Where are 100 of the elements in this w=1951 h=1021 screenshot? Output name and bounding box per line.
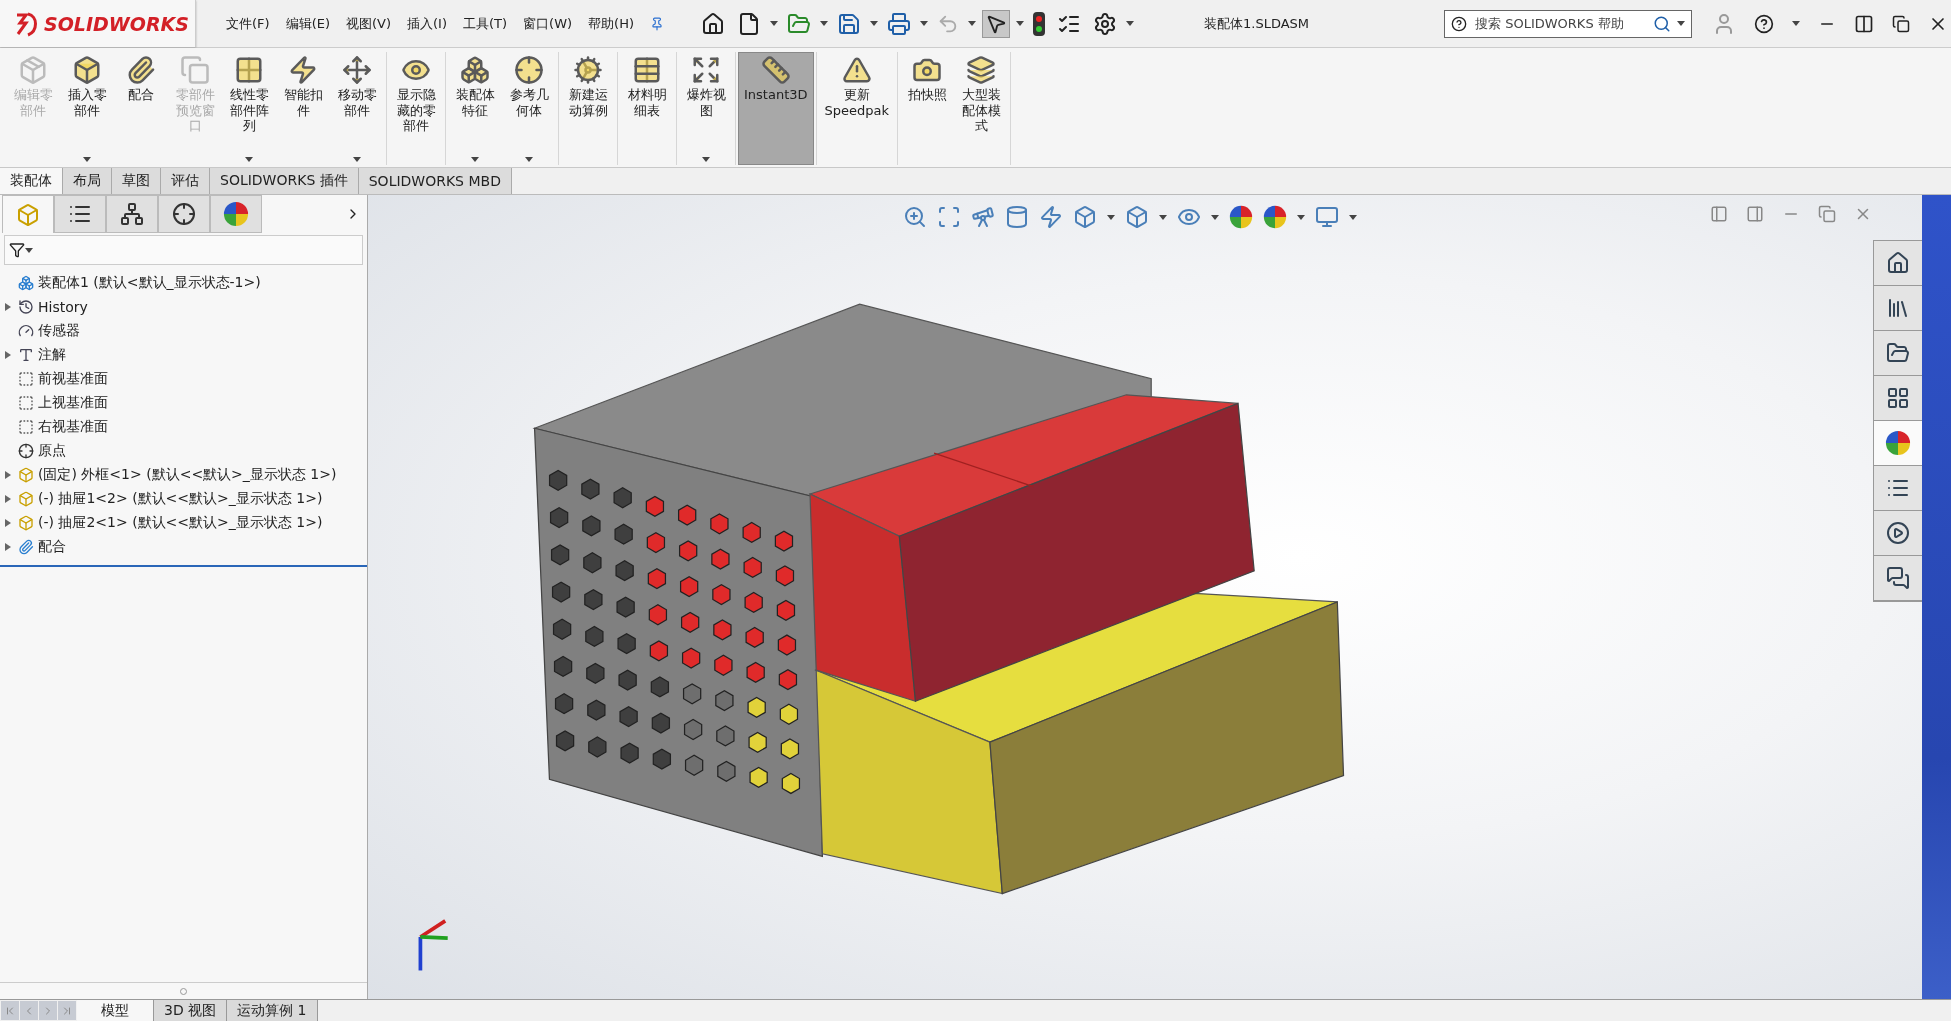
settings-icon[interactable] bbox=[1093, 11, 1118, 36]
cube-icon[interactable] bbox=[1125, 205, 1149, 229]
sphere-icon[interactable] bbox=[223, 201, 249, 227]
expand-arrow-icon[interactable] bbox=[5, 495, 11, 503]
task-pane-button[interactable] bbox=[1874, 466, 1922, 511]
panel-tab[interactable] bbox=[210, 195, 262, 233]
caret-icon[interactable] bbox=[1349, 214, 1357, 220]
command-tab[interactable]: 布局 bbox=[63, 168, 112, 194]
command-tab[interactable]: 草图 bbox=[112, 168, 161, 194]
panel-tab[interactable] bbox=[158, 195, 210, 233]
ribbon-button[interactable]: 大型装配体模式 bbox=[954, 52, 1009, 165]
caret-icon[interactable] bbox=[1016, 21, 1025, 26]
menu-item[interactable]: 编辑(E) bbox=[285, 14, 330, 33]
task-pane-button[interactable] bbox=[1874, 376, 1922, 421]
tree-item[interactable]: 传感器 bbox=[38, 322, 80, 340]
task-pane-button[interactable] bbox=[1874, 331, 1922, 376]
tree-item[interactable]: (-) 抽屉2<1> (默认<<默认>_显示状态 1>) bbox=[38, 514, 323, 532]
caret-icon[interactable] bbox=[870, 21, 879, 26]
ribbon-button[interactable]: 更新 Speedpak bbox=[818, 52, 896, 165]
ribbon-button[interactable]: 爆炸视图 bbox=[679, 52, 733, 165]
menu-item[interactable]: 插入(I) bbox=[407, 14, 447, 33]
tree-item[interactable]: (固定) 外框<1> (默认<<默认>_显示状态 1>) bbox=[38, 466, 337, 484]
caret-icon[interactable] bbox=[25, 247, 33, 253]
caret-icon[interactable] bbox=[1211, 214, 1219, 220]
caret-icon[interactable] bbox=[353, 157, 361, 162]
home-icon[interactable] bbox=[701, 11, 726, 36]
ribbon-button[interactable]: 新建运动算例 bbox=[561, 52, 615, 165]
sphere-icon[interactable] bbox=[1263, 205, 1287, 229]
sphere-icon[interactable] bbox=[1885, 430, 1911, 456]
panel-icon[interactable] bbox=[1746, 205, 1764, 223]
restore-icon[interactable] bbox=[1892, 14, 1911, 33]
zoom-area-icon[interactable] bbox=[937, 205, 961, 229]
caret-icon[interactable] bbox=[702, 157, 710, 162]
pin-icon[interactable] bbox=[650, 16, 665, 31]
ribbon-button[interactable]: 参考几何体 bbox=[502, 52, 556, 165]
caret-icon[interactable] bbox=[820, 21, 829, 26]
expand-arrow-icon[interactable] bbox=[5, 351, 11, 359]
tree-item[interactable]: (-) 抽屉1<2> (默认<<默认>_显示状态 1>) bbox=[38, 490, 323, 508]
ribbon-button[interactable]: 插入零部件 bbox=[60, 52, 114, 165]
tree-item[interactable]: 原点 bbox=[38, 442, 66, 460]
filter-icon[interactable] bbox=[9, 242, 25, 258]
task-pane-button[interactable] bbox=[1874, 241, 1922, 286]
menu-item[interactable]: 工具(T) bbox=[463, 14, 508, 33]
tree-item[interactable]: History bbox=[38, 299, 88, 315]
sheet-tab[interactable]: 运动算例 1 bbox=[227, 1000, 318, 1021]
menu-item[interactable]: 窗口(W) bbox=[523, 14, 573, 33]
task-pane-button[interactable] bbox=[1874, 511, 1922, 556]
section-icon[interactable] bbox=[1005, 205, 1029, 229]
menu-item[interactable]: 帮助(H) bbox=[588, 14, 635, 33]
menu-item[interactable]: 文件(F) bbox=[226, 14, 270, 33]
caret-icon[interactable] bbox=[1126, 21, 1135, 26]
ribbon-button[interactable]: 线性零部件阵列 bbox=[222, 52, 276, 165]
caret-icon[interactable] bbox=[1159, 214, 1167, 220]
caret-icon[interactable] bbox=[968, 21, 977, 26]
expand-arrow-icon[interactable] bbox=[5, 471, 11, 479]
cube-icon[interactable] bbox=[1073, 205, 1097, 229]
expand-arrow-icon[interactable] bbox=[5, 303, 11, 311]
caret-icon[interactable] bbox=[1677, 21, 1686, 26]
command-tab[interactable]: SOLIDWORKS 插件 bbox=[210, 168, 359, 194]
ribbon-button[interactable]: 材料明细表 bbox=[620, 52, 674, 165]
folder-icon[interactable] bbox=[787, 11, 812, 36]
tree-item[interactable]: 上视基准面 bbox=[38, 394, 108, 412]
caret-icon[interactable] bbox=[1792, 21, 1801, 26]
ribbon-button[interactable]: 显示隐藏的零部件 bbox=[389, 52, 443, 165]
traffic-light-icon[interactable] bbox=[1033, 11, 1046, 36]
command-tab[interactable]: SOLIDWORKS MBD bbox=[358, 168, 512, 194]
lightning-icon[interactable] bbox=[1039, 205, 1063, 229]
caret-icon[interactable] bbox=[525, 157, 533, 162]
help-icon[interactable] bbox=[1754, 13, 1775, 34]
ribbon-button[interactable]: Instant3D bbox=[738, 52, 814, 165]
tree-item[interactable]: 右视基准面 bbox=[38, 418, 108, 436]
task-pane-button[interactable] bbox=[1874, 286, 1922, 331]
task-pane-button[interactable] bbox=[1874, 421, 1922, 466]
caret-icon[interactable] bbox=[1107, 214, 1115, 220]
tree-item[interactable]: 注解 bbox=[38, 346, 66, 364]
save-icon[interactable] bbox=[837, 11, 862, 36]
search-icon[interactable] bbox=[1653, 14, 1672, 33]
sheet-tab[interactable]: 3D 视图 bbox=[154, 1000, 228, 1021]
expand-arrow-icon[interactable] bbox=[5, 519, 11, 527]
ribbon-button[interactable]: 移动零部件 bbox=[330, 52, 384, 165]
task-pane-button[interactable] bbox=[1874, 556, 1922, 601]
search-box[interactable]: 搜索 SOLIDWORKS 帮助 bbox=[1444, 9, 1693, 38]
sheet-tab[interactable]: 模型 bbox=[77, 1000, 154, 1021]
caret-icon[interactable] bbox=[920, 21, 929, 26]
tree-item[interactable]: 装配体1 (默认<默认_显示状态-1>) bbox=[38, 274, 261, 292]
panel-icon[interactable] bbox=[1710, 205, 1728, 223]
caret-icon[interactable] bbox=[770, 21, 779, 26]
zoom-icon[interactable] bbox=[903, 205, 927, 229]
ribbon-button[interactable]: 拍快照 bbox=[900, 52, 955, 165]
panel-tab[interactable] bbox=[106, 195, 158, 233]
caret-icon[interactable] bbox=[471, 157, 479, 162]
tree-item[interactable]: 前视基准面 bbox=[38, 370, 108, 388]
expand-arrow-icon[interactable] bbox=[5, 543, 11, 551]
ribbon-button[interactable]: 装配体特征 bbox=[448, 52, 502, 165]
tree-item[interactable]: 配合 bbox=[38, 538, 66, 556]
command-tab[interactable]: 评估 bbox=[161, 168, 210, 194]
search-field[interactable]: 搜索 SOLIDWORKS 帮助 bbox=[1473, 15, 1648, 32]
sphere-icon[interactable] bbox=[1229, 205, 1253, 229]
ribbon-button[interactable]: 智能扣件 bbox=[276, 52, 330, 165]
tile-icon[interactable] bbox=[1854, 13, 1875, 34]
